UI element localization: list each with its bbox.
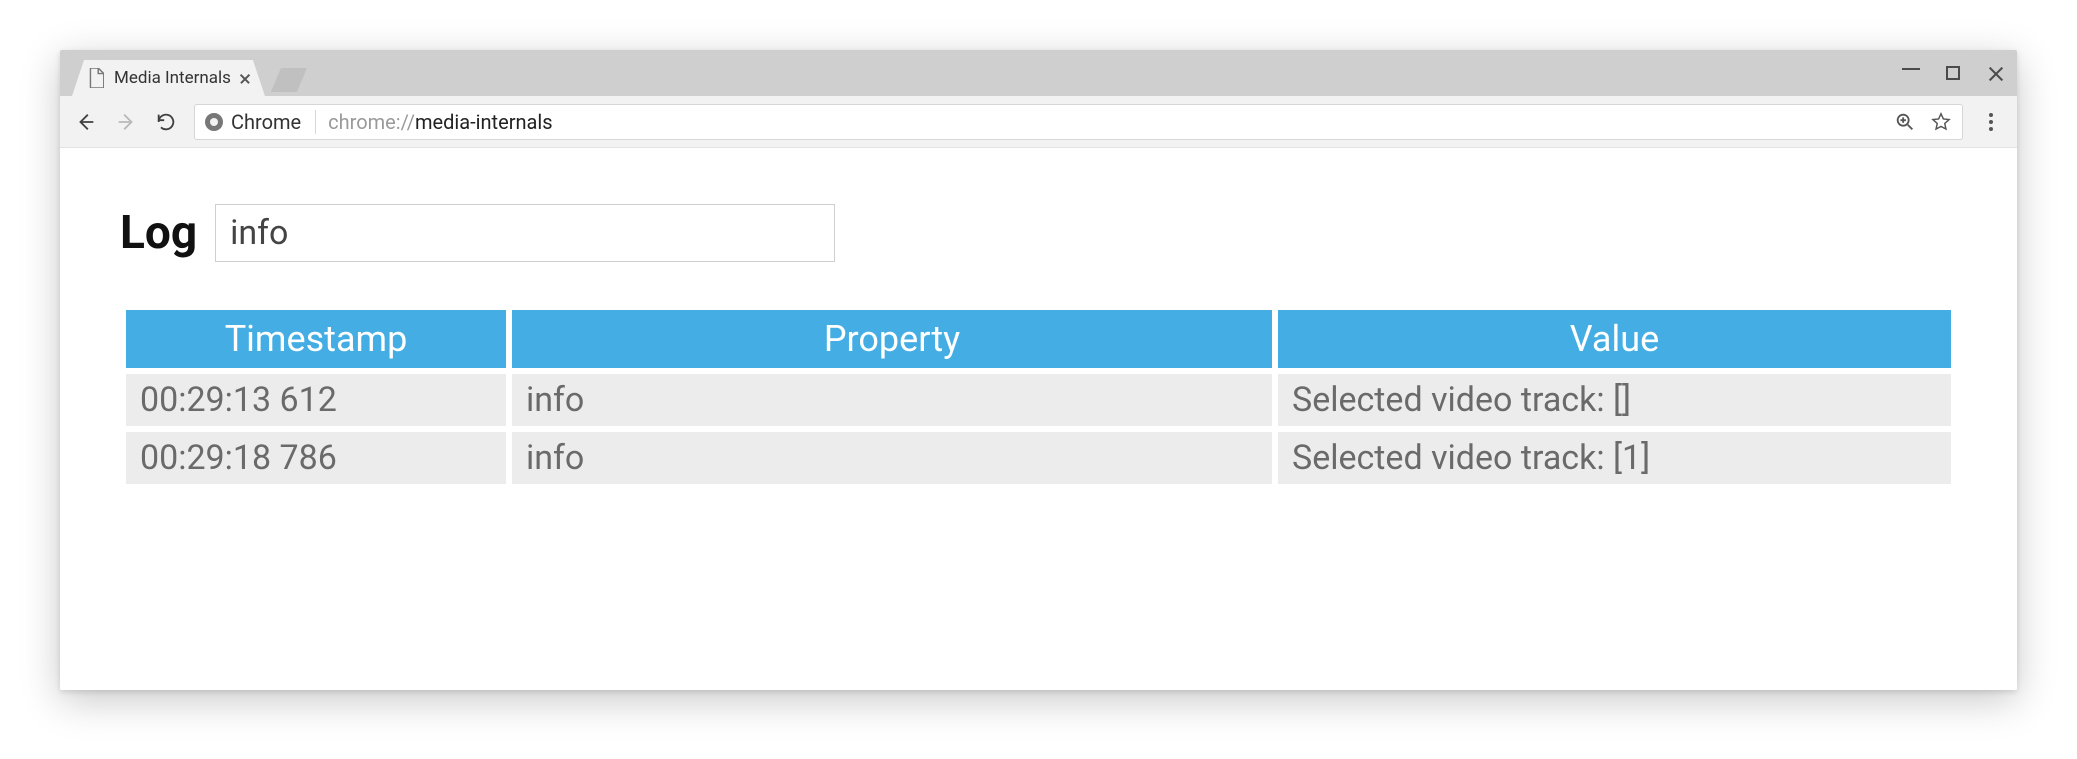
back-button[interactable] <box>74 110 98 134</box>
new-tab-button[interactable] <box>271 68 307 92</box>
cell-property: info <box>512 432 1272 484</box>
log-filter-input[interactable] <box>215 204 835 262</box>
table-header-row: Timestamp Property Value <box>126 310 1951 368</box>
window-controls <box>1901 50 2005 96</box>
cell-value: Selected video track: [1] <box>1278 432 1951 484</box>
tab-title: Media Internals <box>114 68 231 88</box>
cell-value: Selected video track: [] <box>1278 374 1951 426</box>
url-scheme: chrome:// <box>328 110 415 134</box>
origin-label: Chrome <box>231 110 301 134</box>
table-row: 00:29:18 786 info Selected video track: … <box>126 432 1951 484</box>
col-property: Property <box>512 310 1272 368</box>
page-icon <box>88 68 104 88</box>
browser-toolbar: Chrome chrome://media-internals <box>60 96 2017 148</box>
log-table: Timestamp Property Value 00:29:13 612 in… <box>120 304 1957 490</box>
cell-timestamp: 00:29:13 612 <box>126 374 506 426</box>
kebab-menu-icon <box>1982 113 2000 131</box>
address-bar[interactable]: Chrome chrome://media-internals <box>194 104 1963 140</box>
minimize-icon[interactable] <box>1901 63 1921 83</box>
chrome-icon <box>205 113 223 131</box>
origin-chip: Chrome <box>205 110 316 134</box>
page-title: Log <box>120 206 197 260</box>
zoom-icon[interactable] <box>1894 111 1916 133</box>
col-timestamp: Timestamp <box>126 310 506 368</box>
col-value: Value <box>1278 310 1951 368</box>
maximize-icon[interactable] <box>1943 63 1963 83</box>
page-content: Log Timestamp Property Value 00:29:13 61… <box>60 148 2017 690</box>
menu-button[interactable] <box>1979 110 2003 134</box>
table-row: 00:29:13 612 info Selected video track: … <box>126 374 1951 426</box>
close-tab-icon[interactable] <box>239 72 251 84</box>
browser-tab[interactable]: Media Internals <box>72 60 265 96</box>
reload-button[interactable] <box>154 110 178 134</box>
tab-strip: Media Internals <box>60 50 2017 96</box>
bookmark-star-icon[interactable] <box>1930 111 1952 133</box>
cell-timestamp: 00:29:18 786 <box>126 432 506 484</box>
window-close-icon[interactable] <box>1985 63 2005 83</box>
log-header: Log <box>120 204 1957 262</box>
url-path: media-internals <box>415 110 553 134</box>
cell-property: info <box>512 374 1272 426</box>
url-text: chrome://media-internals <box>328 110 552 134</box>
forward-button[interactable] <box>114 110 138 134</box>
browser-window: Media Internals <box>60 50 2017 690</box>
